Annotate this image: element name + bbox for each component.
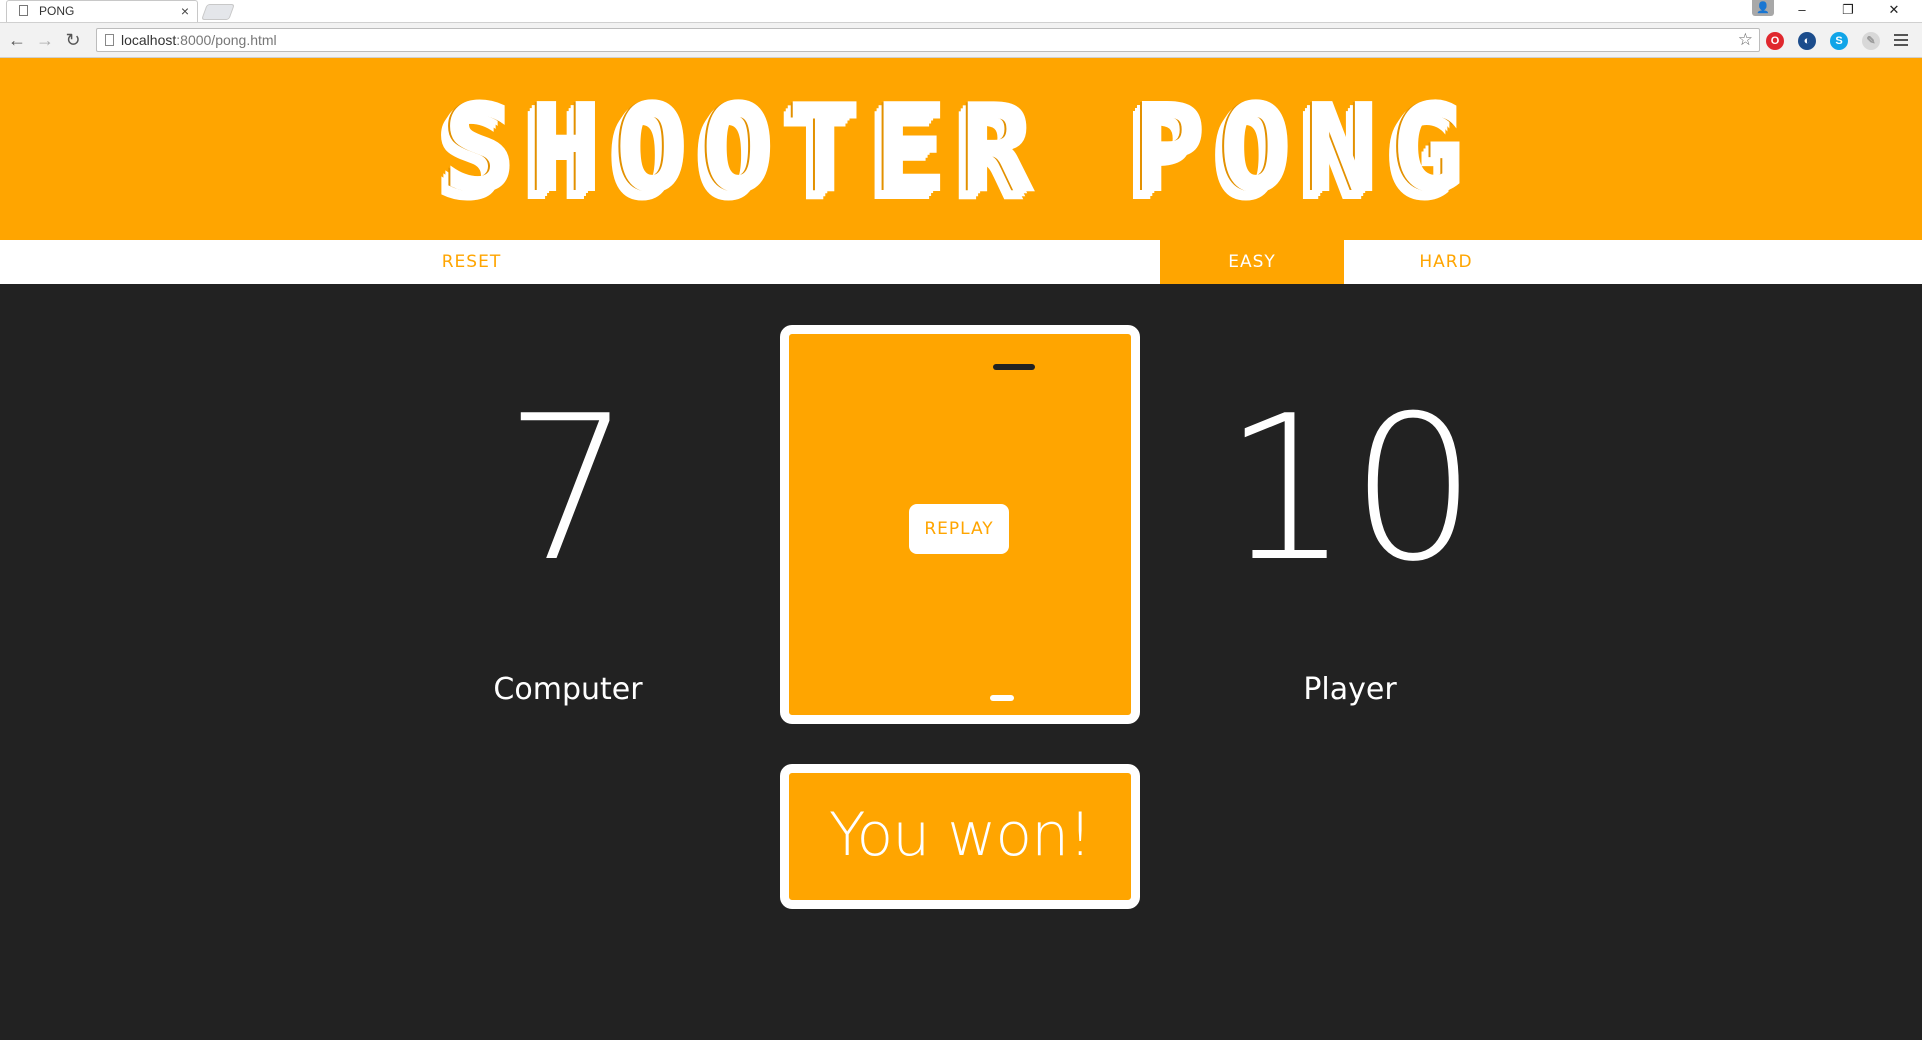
opera-icon[interactable]: O bbox=[1766, 32, 1784, 50]
page-icon bbox=[105, 34, 114, 46]
computer-label: Computer bbox=[493, 672, 643, 707]
easy-button[interactable]: EASY bbox=[1160, 240, 1344, 284]
skype-icon[interactable]: S bbox=[1830, 32, 1848, 50]
url-host: localhost bbox=[121, 32, 177, 48]
player-score: 10 bbox=[1222, 373, 1478, 606]
computer-score: 7 bbox=[504, 373, 632, 606]
forward-icon[interactable]: → bbox=[34, 29, 56, 51]
bookmark-star-icon[interactable]: ☆ bbox=[1738, 29, 1753, 51]
browser-toolbar: ← → ↻ localhost:8000/pong.html ☆ O ◐ S ✎ bbox=[0, 23, 1922, 58]
address-bar[interactable]: localhost:8000/pong.html ☆ bbox=[96, 28, 1760, 52]
url-text[interactable]: localhost:8000/pong.html bbox=[121, 32, 277, 48]
hard-button[interactable]: HARD bbox=[1344, 240, 1548, 284]
reset-button[interactable]: RESET bbox=[0, 240, 943, 284]
back-icon[interactable]: ← bbox=[6, 29, 28, 51]
minimize-button[interactable]: – bbox=[1780, 0, 1824, 22]
tab-title: PONG bbox=[39, 4, 75, 18]
url-path: :8000/pong.html bbox=[176, 32, 277, 48]
restore-button[interactable]: ❐ bbox=[1826, 0, 1870, 22]
reload-icon[interactable]: ↻ bbox=[62, 29, 84, 51]
player-paddle[interactable] bbox=[990, 695, 1014, 701]
new-tab-button[interactable] bbox=[201, 4, 235, 20]
page-icon bbox=[19, 5, 28, 16]
extension-disabled-icon[interactable]: ✎ bbox=[1862, 32, 1880, 50]
menu-bar: RESET EASY HARD bbox=[0, 240, 1922, 284]
computer-paddle bbox=[993, 364, 1035, 370]
logo-title: SHOOTER PONG bbox=[443, 79, 1479, 220]
profile-icon[interactable]: 👤 bbox=[1752, 0, 1774, 16]
result-message: You won! bbox=[780, 764, 1140, 909]
browser-menu-icon[interactable] bbox=[1894, 31, 1908, 49]
replay-button[interactable]: REPLAY bbox=[909, 504, 1009, 554]
browser-titlebar: PONG × 👤 – ❐ ✕ bbox=[0, 0, 1922, 23]
game-court[interactable]: REPLAY bbox=[780, 325, 1140, 724]
player-label: Player bbox=[1303, 672, 1397, 707]
page-header: SHOOTER PONG bbox=[0, 58, 1922, 240]
tab-close-icon[interactable]: × bbox=[181, 1, 189, 21]
extension-globe-icon[interactable]: ◐ bbox=[1798, 32, 1816, 50]
close-window-button[interactable]: ✕ bbox=[1872, 0, 1916, 22]
browser-tab[interactable]: PONG × bbox=[6, 0, 198, 22]
